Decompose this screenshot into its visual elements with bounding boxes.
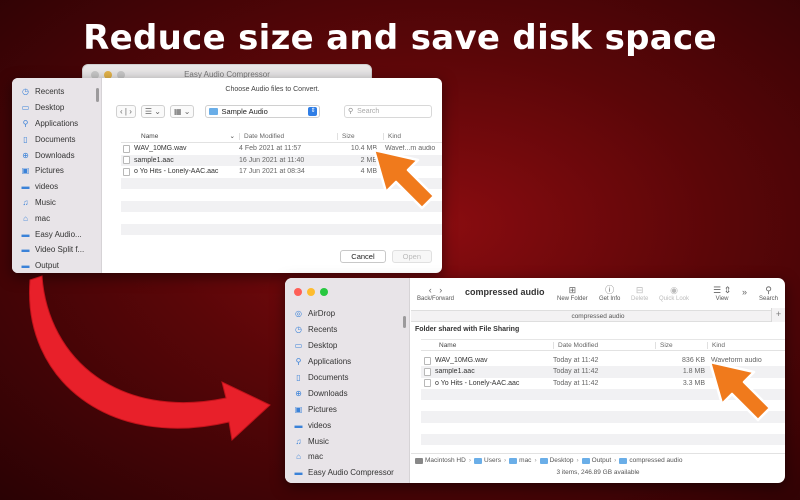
orange-pointer-arrow-top xyxy=(372,148,436,210)
arrows-overlay xyxy=(29,148,772,441)
orange-pointer-arrow-bottom xyxy=(708,360,772,422)
curved-red-arrow xyxy=(29,275,271,441)
